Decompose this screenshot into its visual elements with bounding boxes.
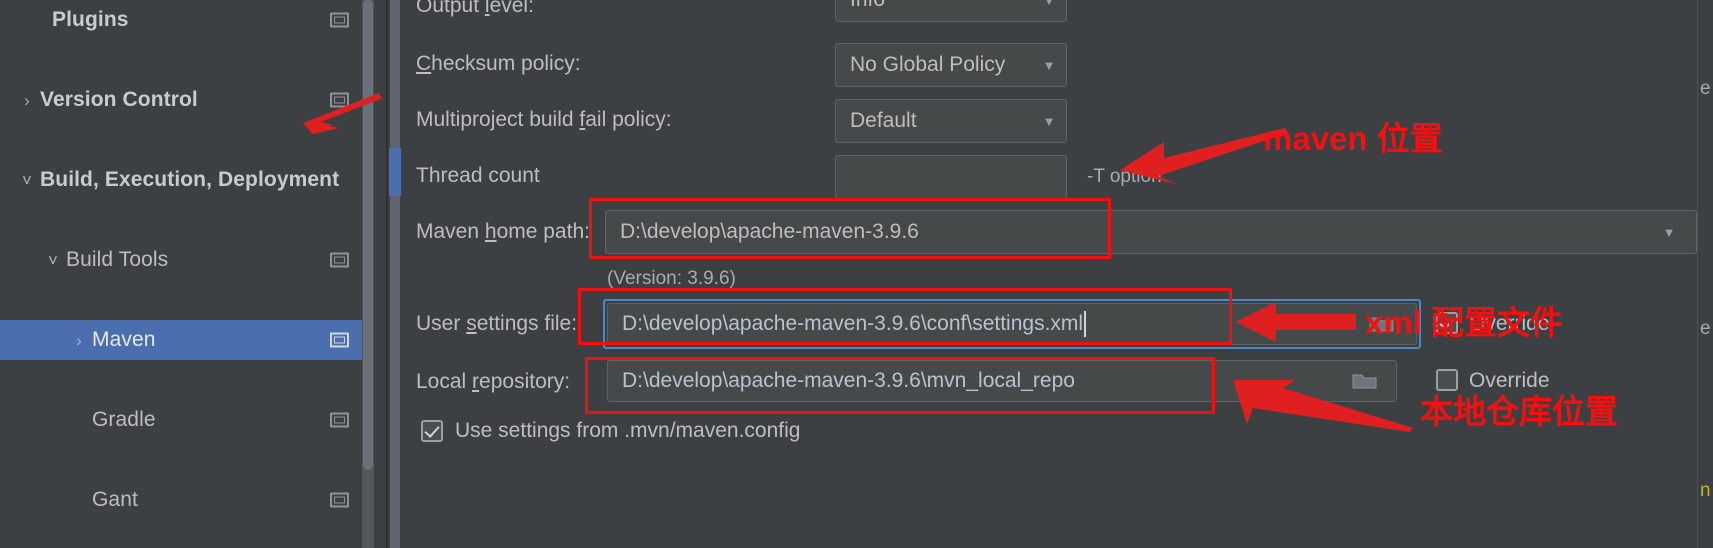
sidebar-scrollbar-track[interactable] [362,0,374,548]
use-mvn-config-checkbox[interactable] [421,420,443,442]
sidebar-item-maven[interactable]: › Maven [0,320,374,360]
sidebar-item-label: Build Tools [66,248,169,271]
sidebar-item-label: Gradle [92,408,156,431]
sidebar-item-gant[interactable]: Gant [0,480,374,520]
row-checksum-policy: Checksum policy: No Global Policy ▼ [389,43,1713,87]
chevron-down-icon: ▼ [1042,113,1056,129]
settings-dialog-screenshot: Plugins › Version Control ˅ Build, Execu… [0,0,1713,548]
modified-settings-icon [330,332,349,348]
thread-count-suffix-label: -T option [1087,166,1162,187]
chevron-down-icon: ▼ [1042,0,1056,8]
annotation-xml-config-file: xml 配置文件 [1365,304,1564,341]
checksum-policy-value: No Global Policy [850,53,1006,76]
chevron-down-icon: ▼ [1042,57,1056,73]
output-level-value: Info [836,0,1032,12]
sidebar-item-gradle[interactable]: Gradle [0,400,374,440]
chevron-right-icon: › [76,330,82,350]
output-level-label: Output level: [416,0,534,17]
sidebar-item-label: Plugins [52,8,129,31]
edge-fragment-2: e [1700,318,1711,339]
sidebar-item-plugins[interactable]: Plugins [0,0,374,40]
user-settings-file-label: User settings file: [416,312,578,335]
row-thread-count: Thread count -T option [389,155,1713,199]
sidebar-item-build-execution-deployment[interactable]: ˅ Build, Execution, Deployment [0,160,374,200]
sidebar-item-label: Build, Execution, Deployment [40,168,340,191]
thread-count-label: Thread count [416,164,540,187]
chevron-right-icon: › [24,90,30,110]
annotation-maven-location: maven 位置 [1263,120,1443,157]
maven-home-path-label: Maven home path: [416,220,590,243]
chevron-down-icon: ▼ [1662,224,1676,240]
edge-fragment-3: n [1700,480,1711,501]
local-repository-value: D:\develop\apache-maven-3.9.6\mvn_local_… [622,369,1075,392]
panel-divider[interactable] [386,0,388,548]
user-settings-file-value: D:\develop\apache-maven-3.9.6\conf\setti… [622,312,1084,335]
row-multiproject-fail-policy: Multiproject build fail policy: Default … [389,99,1713,143]
sidebar-item-label: Version Control [40,88,198,111]
thread-count-input[interactable] [835,155,1067,199]
user-settings-file-input[interactable]: D:\develop\apache-maven-3.9.6\conf\setti… [607,303,1417,345]
text-caret [1084,311,1087,337]
checksum-policy-label: Checksum policy: [416,52,581,75]
multiproject-fail-policy-dropdown[interactable]: Default ▼ [835,99,1067,143]
modified-settings-icon [330,412,349,428]
maven-home-path-dropdown[interactable]: D:\develop\apache-maven-3.9.6 ▼ [605,210,1697,254]
local-repository-input[interactable]: D:\develop\apache-maven-3.9.6\mvn_local_… [607,360,1397,402]
output-level-dropdown[interactable]: Info ▼ [835,0,1067,22]
sidebar-scrollbar-thumb[interactable] [363,0,373,470]
annotation-local-repo-location: 本地仓库位置 [1420,393,1618,430]
use-mvn-config-label: Use settings from .mvn/maven.config [455,419,801,442]
maven-version-note: (Version: 3.9.6) [607,268,736,289]
chevron-down-icon: ˅ [48,250,58,270]
maven-settings-panel: Output level: Info ▼ Checksum policy: No… [389,0,1713,548]
settings-sidebar-tree[interactable]: Plugins › Version Control ˅ Build, Execu… [0,0,374,548]
row-maven-home-path: Maven home path: D:\develop\apache-maven… [389,208,1713,256]
multiproject-fail-policy-label: Multiproject build fail policy: [416,108,672,131]
sidebar-item-build-tools[interactable]: ˅ Build Tools [0,240,374,280]
maven-home-path-value: D:\develop\apache-maven-3.9.6 [620,220,919,243]
local-repository-label: Local repository: [416,370,571,393]
sidebar-item-label: Maven [92,328,156,351]
sidebar-item-label: Gant [92,488,138,511]
right-edge-strip: e e n [1697,0,1713,548]
modified-settings-icon [330,252,349,268]
sidebar-item-version-control[interactable]: › Version Control [0,80,374,120]
modified-settings-icon [330,492,349,508]
modified-settings-icon [330,92,349,108]
checksum-policy-dropdown[interactable]: No Global Policy ▼ [835,43,1067,87]
chevron-down-icon: ˅ [22,170,32,190]
edge-fragment-1: e [1700,78,1711,99]
row-output-level: Output level: Info ▼ [389,0,1713,28]
multiproject-fail-policy-value: Default [850,109,917,132]
folder-icon[interactable] [1352,371,1378,390]
modified-settings-icon [330,12,349,28]
